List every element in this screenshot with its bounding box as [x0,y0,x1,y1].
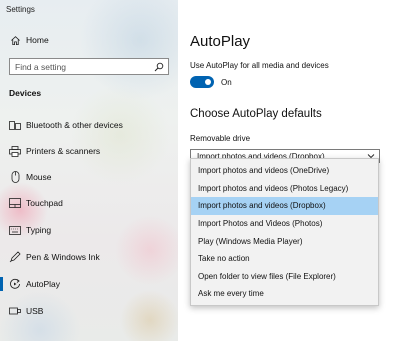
touchpad-icon [9,197,21,209]
dropdown-option[interactable]: Play (Windows Media Player) [191,232,378,250]
usb-icon [9,305,21,317]
removable-drive-label: Removable drive [190,134,251,143]
removable-drive-options-list: Import photos and videos (OneDrive) Impo… [190,158,379,306]
settings-sidebar: Settings Home Find a setting Devices Blu… [0,0,178,341]
sidebar-item-label: Touchpad [26,198,63,208]
bluetooth-devices-icon [9,119,21,131]
home-icon [9,34,21,46]
sidebar-item-label: Pen & Windows Ink [26,252,100,262]
section-title-defaults: Choose AutoPlay defaults [190,108,322,120]
sidebar-item-label: Mouse [26,172,52,182]
pen-icon [9,251,21,263]
toggle-knob [205,79,211,85]
window-title: Settings [6,5,35,14]
sidebar-item-label: Bluetooth & other devices [26,120,123,130]
autoplay-icon [9,278,21,290]
search-placeholder: Find a setting [15,61,67,72]
sidebar-item-label: Printers & scanners [26,146,101,156]
sidebar-item-autoplay[interactable]: AutoPlay [0,273,178,295]
sidebar-item-usb[interactable]: USB [0,300,178,322]
autoplay-toggle[interactable] [190,76,214,88]
dropdown-option[interactable]: Open folder to view files (File Explorer… [191,268,378,286]
sidebar-item-touchpad[interactable]: Touchpad [0,192,178,214]
page-title: AutoPlay [190,33,251,50]
sidebar-item-pen[interactable]: Pen & Windows Ink [0,246,178,268]
dropdown-option[interactable]: Take no action [191,250,378,268]
sidebar-item-label: Typing [26,225,52,235]
dropdown-option[interactable]: Import photos and videos (OneDrive) [191,162,378,180]
active-indicator [0,277,3,291]
section-header-devices: Devices [9,88,42,98]
sidebar-item-bluetooth[interactable]: Bluetooth & other devices [0,114,178,136]
printer-icon [9,145,21,157]
sidebar-item-typing[interactable]: Typing [0,219,178,241]
keyboard-icon [9,224,21,236]
autoplay-toggle-label: Use AutoPlay for all media and devices [190,61,329,70]
sidebar-item-label: Home [26,35,49,45]
dropdown-option-selected[interactable]: Import photos and videos (Dropbox) [191,197,378,215]
search-icon[interactable] [152,60,166,74]
sidebar-item-printers[interactable]: Printers & scanners [0,140,178,162]
dropdown-option[interactable]: Import Photos and Videos (Photos) [191,215,378,233]
sidebar-item-label: USB [26,306,44,316]
sidebar-item-label: AutoPlay [26,279,61,289]
search-input[interactable]: Find a setting [9,58,169,75]
sidebar-item-home[interactable]: Home [0,29,178,51]
dropdown-option[interactable]: Import photos and videos (Photos Legacy) [191,180,378,198]
toggle-state-text: On [221,78,232,87]
sidebar-item-mouse[interactable]: Mouse [0,166,178,188]
dropdown-option[interactable]: Ask me every time [191,285,378,303]
mouse-icon [9,171,21,183]
